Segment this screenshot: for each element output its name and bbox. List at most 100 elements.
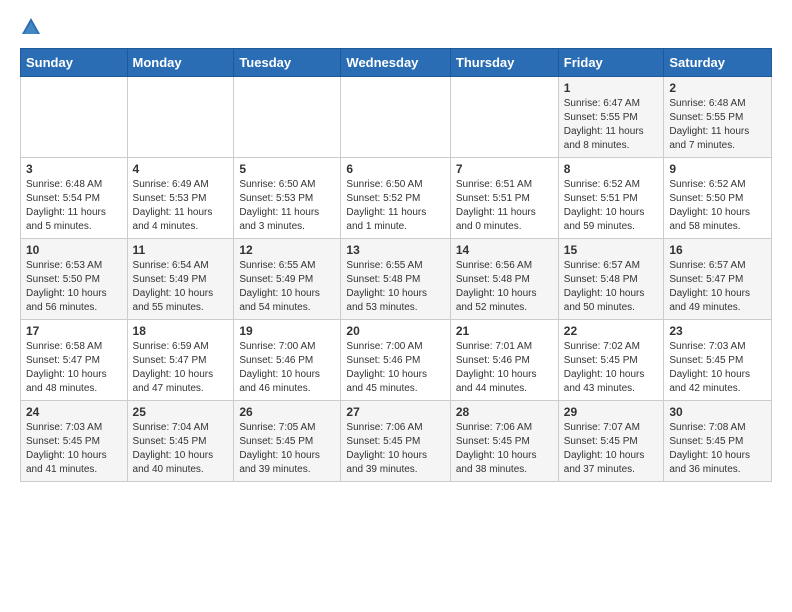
- day-info: Sunrise: 6:50 AMSunset: 5:52 PMDaylight:…: [346, 178, 444, 234]
- day-info: Sunrise: 6:56 AMSunset: 5:48 PMDaylight:…: [456, 259, 553, 315]
- calendar-week-3: 10 Sunrise: 6:53 AMSunset: 5:50 PMDayligh…: [21, 239, 772, 320]
- day-number: 17: [26, 324, 122, 338]
- day-number: 27: [346, 405, 444, 419]
- calendar-cell: [21, 77, 128, 158]
- weekday-header-wednesday: Wednesday: [341, 49, 450, 77]
- day-number: 21: [456, 324, 553, 338]
- day-info: Sunrise: 6:49 AMSunset: 5:53 PMDaylight:…: [133, 178, 229, 234]
- calendar-cell: 2Sunrise: 6:48 AMSunset: 5:55 PMDaylight…: [664, 77, 772, 158]
- calendar-cell: 10 Sunrise: 6:53 AMSunset: 5:50 PMDayligh…: [21, 239, 128, 320]
- calendar-cell: 4 Sunrise: 6:49 AMSunset: 5:53 PMDaylight…: [127, 158, 234, 239]
- day-info: Sunrise: 6:50 AMSunset: 5:53 PMDaylight:…: [239, 178, 335, 234]
- day-info: Sunrise: 6:59 AMSunset: 5:47 PMDaylight:…: [133, 340, 229, 396]
- calendar-cell: 30 Sunrise: 7:08 AMSunset: 5:45 PMDayligh…: [664, 401, 772, 482]
- day-number: 11: [133, 243, 229, 257]
- day-number: 8: [564, 162, 659, 176]
- day-number: 10: [26, 243, 122, 257]
- day-number: 28: [456, 405, 553, 419]
- day-number: 16: [669, 243, 766, 257]
- day-info: Sunrise: 7:02 AMSunset: 5:45 PMDaylight:…: [564, 340, 659, 396]
- calendar-cell: 17Sunrise: 6:58 AMSunset: 5:47 PMDayligh…: [21, 320, 128, 401]
- day-info: Sunrise: 6:48 AMSunset: 5:55 PMDaylight:…: [669, 97, 766, 153]
- day-info: Sunrise: 6:48 AMSunset: 5:54 PMDaylight:…: [26, 178, 122, 234]
- day-number: 20: [346, 324, 444, 338]
- day-number: 15: [564, 243, 659, 257]
- day-number: 30: [669, 405, 766, 419]
- calendar-cell: 28 Sunrise: 7:06 AMSunset: 5:45 PMDayligh…: [450, 401, 558, 482]
- day-number: 13: [346, 243, 444, 257]
- day-number: 25: [133, 405, 229, 419]
- day-number: 5: [239, 162, 335, 176]
- day-number: 26: [239, 405, 335, 419]
- logo-icon: [20, 16, 42, 38]
- calendar-cell: 8 Sunrise: 6:52 AMSunset: 5:51 PMDaylight…: [558, 158, 664, 239]
- calendar-cell: [450, 77, 558, 158]
- day-info: Sunrise: 6:55 AMSunset: 5:49 PMDaylight:…: [239, 259, 335, 315]
- day-info: Sunrise: 6:55 AMSunset: 5:48 PMDaylight:…: [346, 259, 444, 315]
- weekday-header-friday: Friday: [558, 49, 664, 77]
- day-info: Sunrise: 6:52 AMSunset: 5:50 PMDaylight:…: [669, 178, 766, 234]
- calendar-cell: [127, 77, 234, 158]
- calendar-cell: 13 Sunrise: 6:55 AMSunset: 5:48 PMDayligh…: [341, 239, 450, 320]
- day-number: 9: [669, 162, 766, 176]
- calendar-cell: 16 Sunrise: 6:57 AMSunset: 5:47 PMDayligh…: [664, 239, 772, 320]
- weekday-header-tuesday: Tuesday: [234, 49, 341, 77]
- weekday-header-monday: Monday: [127, 49, 234, 77]
- calendar-cell: 5 Sunrise: 6:50 AMSunset: 5:53 PMDaylight…: [234, 158, 341, 239]
- day-info: Sunrise: 6:57 AMSunset: 5:48 PMDaylight:…: [564, 259, 659, 315]
- day-number: 1: [564, 81, 659, 95]
- day-info: Sunrise: 6:51 AMSunset: 5:51 PMDaylight:…: [456, 178, 553, 234]
- calendar-cell: 1 Sunrise: 6:47 AMSunset: 5:55 PMDaylight…: [558, 77, 664, 158]
- day-number: 29: [564, 405, 659, 419]
- weekday-header-thursday: Thursday: [450, 49, 558, 77]
- day-info: Sunrise: 6:57 AMSunset: 5:47 PMDaylight:…: [669, 259, 766, 315]
- weekday-header-row: SundayMondayTuesdayWednesdayThursdayFrid…: [21, 49, 772, 77]
- calendar-cell: [341, 77, 450, 158]
- day-info: Sunrise: 7:07 AMSunset: 5:45 PMDaylight:…: [564, 421, 659, 477]
- page: SundayMondayTuesdayWednesdayThursdayFrid…: [0, 0, 792, 498]
- day-number: 14: [456, 243, 553, 257]
- day-number: 7: [456, 162, 553, 176]
- day-info: Sunrise: 7:00 AMSunset: 5:46 PMDaylight:…: [239, 340, 335, 396]
- day-info: Sunrise: 7:03 AMSunset: 5:45 PMDaylight:…: [26, 421, 122, 477]
- day-info: Sunrise: 7:06 AMSunset: 5:45 PMDaylight:…: [346, 421, 444, 477]
- day-number: 18: [133, 324, 229, 338]
- day-number: 19: [239, 324, 335, 338]
- calendar-week-4: 17Sunrise: 6:58 AMSunset: 5:47 PMDayligh…: [21, 320, 772, 401]
- calendar-cell: 20 Sunrise: 7:00 AMSunset: 5:46 PMDayligh…: [341, 320, 450, 401]
- day-info: Sunrise: 7:05 AMSunset: 5:45 PMDaylight:…: [239, 421, 335, 477]
- calendar-cell: 21 Sunrise: 7:01 AMSunset: 5:46 PMDayligh…: [450, 320, 558, 401]
- calendar-cell: 23Sunrise: 7:03 AMSunset: 5:45 PMDayligh…: [664, 320, 772, 401]
- day-info: Sunrise: 6:47 AMSunset: 5:55 PMDaylight:…: [564, 97, 659, 153]
- day-number: 23: [669, 324, 766, 338]
- day-number: 24: [26, 405, 122, 419]
- day-info: Sunrise: 7:04 AMSunset: 5:45 PMDaylight:…: [133, 421, 229, 477]
- day-info: Sunrise: 7:06 AMSunset: 5:45 PMDaylight:…: [456, 421, 553, 477]
- weekday-header-saturday: Saturday: [664, 49, 772, 77]
- day-number: 12: [239, 243, 335, 257]
- calendar-cell: 12 Sunrise: 6:55 AMSunset: 5:49 PMDayligh…: [234, 239, 341, 320]
- day-info: Sunrise: 7:01 AMSunset: 5:46 PMDaylight:…: [456, 340, 553, 396]
- logo: [20, 16, 46, 38]
- day-info: Sunrise: 7:00 AMSunset: 5:46 PMDaylight:…: [346, 340, 444, 396]
- calendar-week-2: 3 Sunrise: 6:48 AMSunset: 5:54 PMDaylight…: [21, 158, 772, 239]
- day-info: Sunrise: 6:52 AMSunset: 5:51 PMDaylight:…: [564, 178, 659, 234]
- calendar-cell: 26 Sunrise: 7:05 AMSunset: 5:45 PMDayligh…: [234, 401, 341, 482]
- day-number: 3: [26, 162, 122, 176]
- calendar-cell: 15 Sunrise: 6:57 AMSunset: 5:48 PMDayligh…: [558, 239, 664, 320]
- calendar-week-5: 24 Sunrise: 7:03 AMSunset: 5:45 PMDayligh…: [21, 401, 772, 482]
- calendar-cell: 7 Sunrise: 6:51 AMSunset: 5:51 PMDaylight…: [450, 158, 558, 239]
- day-info: Sunrise: 7:08 AMSunset: 5:45 PMDaylight:…: [669, 421, 766, 477]
- header: [20, 16, 772, 38]
- calendar-cell: 3 Sunrise: 6:48 AMSunset: 5:54 PMDaylight…: [21, 158, 128, 239]
- calendar-cell: 29 Sunrise: 7:07 AMSunset: 5:45 PMDayligh…: [558, 401, 664, 482]
- weekday-header-sunday: Sunday: [21, 49, 128, 77]
- day-number: 6: [346, 162, 444, 176]
- calendar-table: SundayMondayTuesdayWednesdayThursdayFrid…: [20, 48, 772, 482]
- calendar-cell: 24 Sunrise: 7:03 AMSunset: 5:45 PMDayligh…: [21, 401, 128, 482]
- day-number: 4: [133, 162, 229, 176]
- calendar-cell: 18 Sunrise: 6:59 AMSunset: 5:47 PMDayligh…: [127, 320, 234, 401]
- day-info: Sunrise: 6:53 AMSunset: 5:50 PMDaylight:…: [26, 259, 122, 315]
- calendar-cell: 6 Sunrise: 6:50 AMSunset: 5:52 PMDaylight…: [341, 158, 450, 239]
- calendar-cell: 19 Sunrise: 7:00 AMSunset: 5:46 PMDayligh…: [234, 320, 341, 401]
